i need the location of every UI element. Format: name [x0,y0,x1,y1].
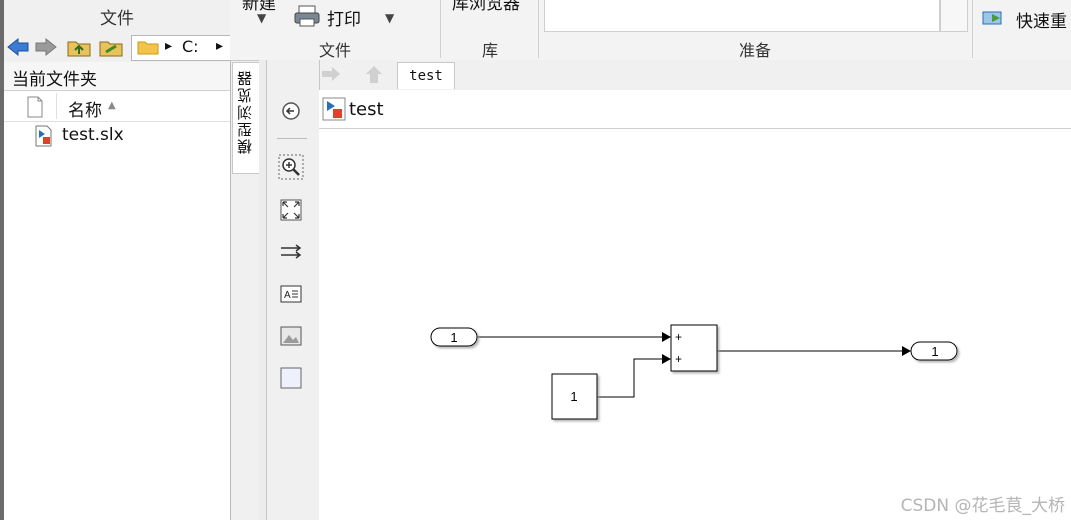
outport-label: 1 [931,344,938,359]
print-icon[interactable] [293,4,321,28]
block-diagram: 1 1 + + 1 [430,324,958,420]
path-separator-icon: ▸ [165,38,173,54]
prepare-section-label: 准备 [738,41,771,60]
constant-value: 1 [570,389,577,404]
zoom-icon[interactable] [278,154,304,180]
gallery-scroll[interactable] [940,0,968,32]
section-divider [972,0,973,58]
tab-test[interactable]: test [397,62,455,89]
left-panel-header: 文件 [4,0,230,32]
folder-icon [137,41,159,55]
annotation-icon[interactable]: A [278,281,304,307]
signal-line[interactable] [477,332,671,342]
sum-sign-2: + [675,352,682,366]
toolstrip: 新建 ▼ 打印 ▼ 文件 库浏览器 库 准备 快速重 [230,0,1071,61]
model-browser-tab[interactable]: 模型浏览器 [232,62,260,174]
model-browser-gutter [259,60,266,520]
signal-line[interactable] [597,354,671,398]
model-explorer-bar: test [319,90,1071,129]
address-path-box[interactable]: ▸ C: ▸ [131,35,233,61]
current-folder-title: 当前文件夹 [12,70,97,90]
fit-to-view-icon[interactable] [278,197,304,223]
name-column-header[interactable]: 名称 [68,96,102,121]
outport-block[interactable]: 1 [910,341,958,361]
column-divider [56,93,57,119]
chevron-down-icon[interactable]: ▼ [257,11,266,25]
simulink-model-icon [322,97,346,121]
quick-restart-label[interactable]: 快速重 [1016,7,1067,32]
inport-block[interactable]: 1 [430,327,478,347]
palette-divider [277,138,307,139]
up-folder-icon[interactable] [66,36,92,58]
constant-block[interactable]: 1 [551,373,598,420]
image-icon[interactable] [278,323,304,349]
forward-arrow-icon[interactable] [34,37,58,57]
chevron-down-icon[interactable]: ▼ [385,11,394,25]
nav-forward-icon[interactable] [320,65,342,83]
prepare-gallery[interactable] [544,0,940,32]
current-folder-title-bar: 当前文件夹 [4,62,230,91]
sort-ascending-icon: ▲ [108,100,116,111]
sum-sign-1: + [675,330,682,344]
inport-label: 1 [450,330,457,345]
editor-nav-bar [270,60,1071,88]
library-section-label: 库 [481,41,498,60]
hide-browser-icon[interactable] [278,98,304,124]
browse-folder-icon[interactable] [98,36,124,58]
simulink-model-icon [35,125,52,147]
section-divider [440,0,441,58]
model-canvas[interactable]: 1 1 + + 1 [319,129,1071,520]
left-panel-header-title: 文件 [100,9,134,29]
signal-routing-icon[interactable] [278,239,304,265]
address-path: C: [182,37,199,56]
area-icon[interactable] [278,365,304,391]
block-palette: A [266,60,320,520]
file-section-label: 文件 [318,41,351,60]
sum-block[interactable]: + + [670,324,718,372]
file-type-column-icon [27,96,43,118]
address-bar: ▸ C: ▸ [4,32,233,63]
file-name: test.slx [62,125,124,145]
quick-restart-icon[interactable] [982,8,1008,28]
section-divider [538,0,539,58]
back-arrow-icon[interactable] [6,37,30,57]
file-list-header[interactable]: 名称 ▲ [4,91,230,122]
file-list-item[interactable]: test.slx [4,122,230,150]
nav-up-icon[interactable] [364,64,384,84]
library-browser-button-label[interactable]: 库浏览器 [452,0,520,14]
print-button-label[interactable]: 打印 [327,5,361,30]
svg-text:A: A [284,290,291,301]
watermark: CSDN @花毛茛_大桥 [900,496,1065,516]
model-browser-label: 模型浏览器 [236,69,254,154]
signal-line[interactable] [717,346,911,356]
path-separator-icon: ▸ [216,38,224,54]
breadcrumb-model-name[interactable]: test [349,99,384,120]
